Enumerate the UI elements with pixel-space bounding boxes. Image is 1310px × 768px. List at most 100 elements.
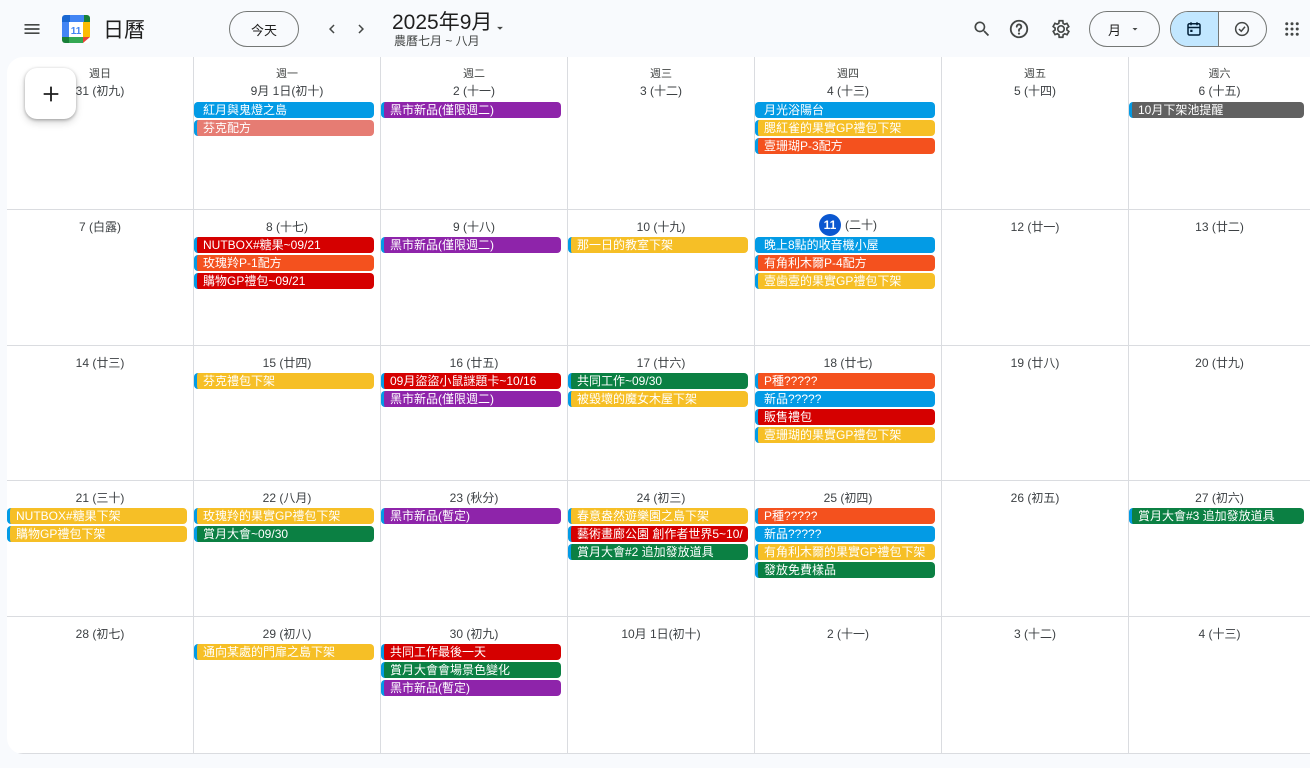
day-cell[interactable]: 週六 6 (十五) 10月下架池提醒 xyxy=(1129,57,1310,210)
day-number[interactable]: 28 (初七) xyxy=(7,625,193,642)
day-number[interactable]: 9月 1日(初十) xyxy=(194,82,380,99)
today-button[interactable]: 今天 xyxy=(229,11,299,47)
create-event-button[interactable] xyxy=(25,68,76,119)
view-switcher-button[interactable]: 月 xyxy=(1089,11,1160,47)
event-chip[interactable]: 壹珊瑚的果實GP禮包下架 xyxy=(755,427,935,443)
next-month-button[interactable] xyxy=(345,11,377,47)
day-number[interactable]: 20 (廿九) xyxy=(1129,354,1310,371)
prev-month-button[interactable] xyxy=(316,11,348,47)
search-button[interactable] xyxy=(964,11,1000,47)
event-chip[interactable]: 新品????? xyxy=(755,391,935,407)
event-chip[interactable]: 芬克配方 xyxy=(194,120,374,136)
day-number[interactable]: 26 (初五) xyxy=(942,489,1128,506)
day-cell[interactable]: 28 (初七) xyxy=(7,617,194,754)
event-chip[interactable]: 紅月與鬼燈之島 xyxy=(194,102,374,118)
day-cell[interactable]: 11 (二十) 晚上8點的收音機小屋 有角利木爾P-4配方 壹歯壹的果實GP禮包下架 xyxy=(755,210,942,346)
month-title[interactable]: 2025年9月 xyxy=(392,9,492,34)
event-chip[interactable]: 賞月大會#3 追加發放道具 xyxy=(1129,508,1304,524)
event-chip[interactable]: 腮紅雀的果實GP禮包下架 xyxy=(755,120,935,136)
event-chip[interactable]: 賞月大會#2 追加發放道具 xyxy=(568,544,748,560)
day-number[interactable]: 10月 1日(初十) xyxy=(568,625,754,642)
day-cell[interactable]: 23 (秋分) 黑市新品(暫定) xyxy=(381,481,568,617)
event-chip[interactable]: 賞月大會~09/30 xyxy=(194,526,374,542)
event-chip[interactable]: 月光浴陽台 xyxy=(755,102,935,118)
day-cell[interactable]: 22 (八月) 玫瑰羚的果實GP禮包下架 賞月大會~09/30 xyxy=(194,481,381,617)
day-cell[interactable]: 24 (初三) 春意盎然遊樂園之島下架 藝術畫廊公園 創作者世界5~10/賞月大會#… xyxy=(568,481,755,617)
day-cell[interactable]: 30 (初九) 共同工作最後一天 賞月大會會場景色變化 黑市新品(暫定) xyxy=(381,617,568,754)
day-cell[interactable]: 17 (廿六) 共同工作~09/30 被毀壞的魔女木屋下架 xyxy=(568,346,755,481)
event-chip[interactable]: 09月盜盜小鼠謎題卡~10/16 xyxy=(381,373,561,389)
day-number[interactable]: 30 (初九) xyxy=(381,625,567,642)
day-number[interactable]: 2 (十一) xyxy=(755,625,941,642)
day-cell[interactable]: 週一 9月 1日(初十) 紅月與鬼燈之島 芬克配方 xyxy=(194,57,381,210)
day-number[interactable]: 5 (十四) xyxy=(942,82,1128,99)
event-chip[interactable]: 共同工作~09/30 xyxy=(568,373,748,389)
day-cell[interactable]: 2 (十一) xyxy=(755,617,942,754)
google-apps-button[interactable] xyxy=(1274,11,1310,47)
day-number[interactable]: 23 (秋分) xyxy=(381,489,567,506)
day-number[interactable]: 11 (二十) xyxy=(755,214,941,236)
event-chip[interactable]: 有角利木爾P-4配方 xyxy=(755,255,935,271)
event-chip[interactable]: NUTBOX#糖果~09/21 xyxy=(194,237,374,253)
day-cell[interactable]: 20 (廿九) xyxy=(1129,346,1310,481)
event-chip[interactable]: 新品????? xyxy=(755,526,935,542)
main-menu-button[interactable] xyxy=(14,11,50,47)
day-cell[interactable]: 26 (初五) xyxy=(942,481,1129,617)
event-chip[interactable]: 黑市新品(暫定) xyxy=(381,508,561,524)
day-cell[interactable]: 3 (十二) xyxy=(942,617,1129,754)
event-chip[interactable]: 那一日的教室下架 xyxy=(568,237,748,253)
day-number[interactable]: 15 (廿四) xyxy=(194,354,380,371)
day-cell[interactable]: 4 (十三) xyxy=(1129,617,1310,754)
day-number[interactable]: 17 (廿六) xyxy=(568,354,754,371)
event-chip[interactable]: 壹歯壹的果實GP禮包下架 xyxy=(755,273,935,289)
day-number[interactable]: 29 (初八) xyxy=(194,625,380,642)
settings-button[interactable] xyxy=(1043,11,1079,47)
day-number[interactable]: 18 (廿七) xyxy=(755,354,941,371)
day-cell[interactable]: 14 (廿三) xyxy=(7,346,194,481)
event-chip[interactable]: 壹珊瑚P-3配方 xyxy=(755,138,935,154)
event-chip[interactable]: 春意盎然遊樂園之島下架 xyxy=(568,508,748,524)
tasks-view-toggle[interactable] xyxy=(1219,12,1267,46)
today-marker[interactable]: 11 xyxy=(819,214,841,236)
day-number[interactable]: 10 (十九) xyxy=(568,218,754,235)
day-number[interactable]: 4 (十三) xyxy=(755,82,941,99)
day-number[interactable]: 22 (八月) xyxy=(194,489,380,506)
event-chip[interactable]: 購物GP禮包~09/21 xyxy=(194,273,374,289)
calendar-logo[interactable]: 11 xyxy=(61,14,91,44)
day-cell[interactable]: 27 (初六) 賞月大會#3 追加發放道具 xyxy=(1129,481,1310,617)
event-chip[interactable]: 芬克禮包下架 xyxy=(194,373,374,389)
day-number[interactable]: 19 (廿八) xyxy=(942,354,1128,371)
event-chip[interactable]: 黑市新品(僅限週二) xyxy=(381,102,561,118)
day-number[interactable]: 12 (廿一) xyxy=(942,218,1128,235)
day-number[interactable]: 2 (十一) xyxy=(381,82,567,99)
event-chip[interactable]: 購物GP禮包下架 xyxy=(7,526,187,542)
day-cell[interactable]: 10 (十九) 那一日的教室下架 xyxy=(568,210,755,346)
day-number[interactable]: 3 (十二) xyxy=(568,82,754,99)
event-chip[interactable]: 黑市新品(暫定) xyxy=(381,680,561,696)
day-cell[interactable]: 週四 4 (十三) 月光浴陽台 腮紅雀的果實GP禮包下架 壹珊瑚P-3配方 xyxy=(755,57,942,210)
event-chip[interactable]: P種????? xyxy=(755,508,935,524)
day-cell[interactable]: 週五 5 (十四) xyxy=(942,57,1129,210)
day-number[interactable]: 8 (十七) xyxy=(194,218,380,235)
event-chip[interactable]: 藝術畫廊公園 創作者世界5~10/ xyxy=(568,526,748,542)
event-chip[interactable]: 玫瑰羚P-1配方 xyxy=(194,255,374,271)
day-number[interactable]: 3 (十二) xyxy=(942,625,1128,642)
day-number[interactable]: 24 (初三) xyxy=(568,489,754,506)
event-chip[interactable]: 發放免費樣品 xyxy=(755,562,935,578)
event-chip[interactable]: 販售禮包 xyxy=(755,409,935,425)
day-number[interactable]: 14 (廿三) xyxy=(7,354,193,371)
day-number[interactable]: 13 (廿二) xyxy=(1129,218,1310,235)
event-chip[interactable]: 賞月大會會場景色變化 xyxy=(381,662,561,678)
day-cell[interactable]: 10月 1日(初十) xyxy=(568,617,755,754)
day-cell[interactable]: 25 (初四) P種????? 新品????? 有角利木爾的果實GP禮包下架 發放免費樣… xyxy=(755,481,942,617)
month-picker-dropdown[interactable] xyxy=(492,20,508,36)
event-chip[interactable]: 黑市新品(僅限週二) xyxy=(381,391,561,407)
day-number[interactable]: 9 (十八) xyxy=(381,218,567,235)
day-number[interactable]: 27 (初六) xyxy=(1129,489,1310,506)
day-cell[interactable]: 21 (三十) NUTBOX#糖果下架 購物GP禮包下架 xyxy=(7,481,194,617)
day-number[interactable]: 4 (十三) xyxy=(1129,625,1310,642)
event-chip[interactable]: 通向某處的門扉之島下架 xyxy=(194,644,374,660)
day-cell[interactable]: 15 (廿四) 芬克禮包下架 xyxy=(194,346,381,481)
event-chip[interactable]: NUTBOX#糖果下架 xyxy=(7,508,187,524)
day-number[interactable]: 16 (廿五) xyxy=(381,354,567,371)
